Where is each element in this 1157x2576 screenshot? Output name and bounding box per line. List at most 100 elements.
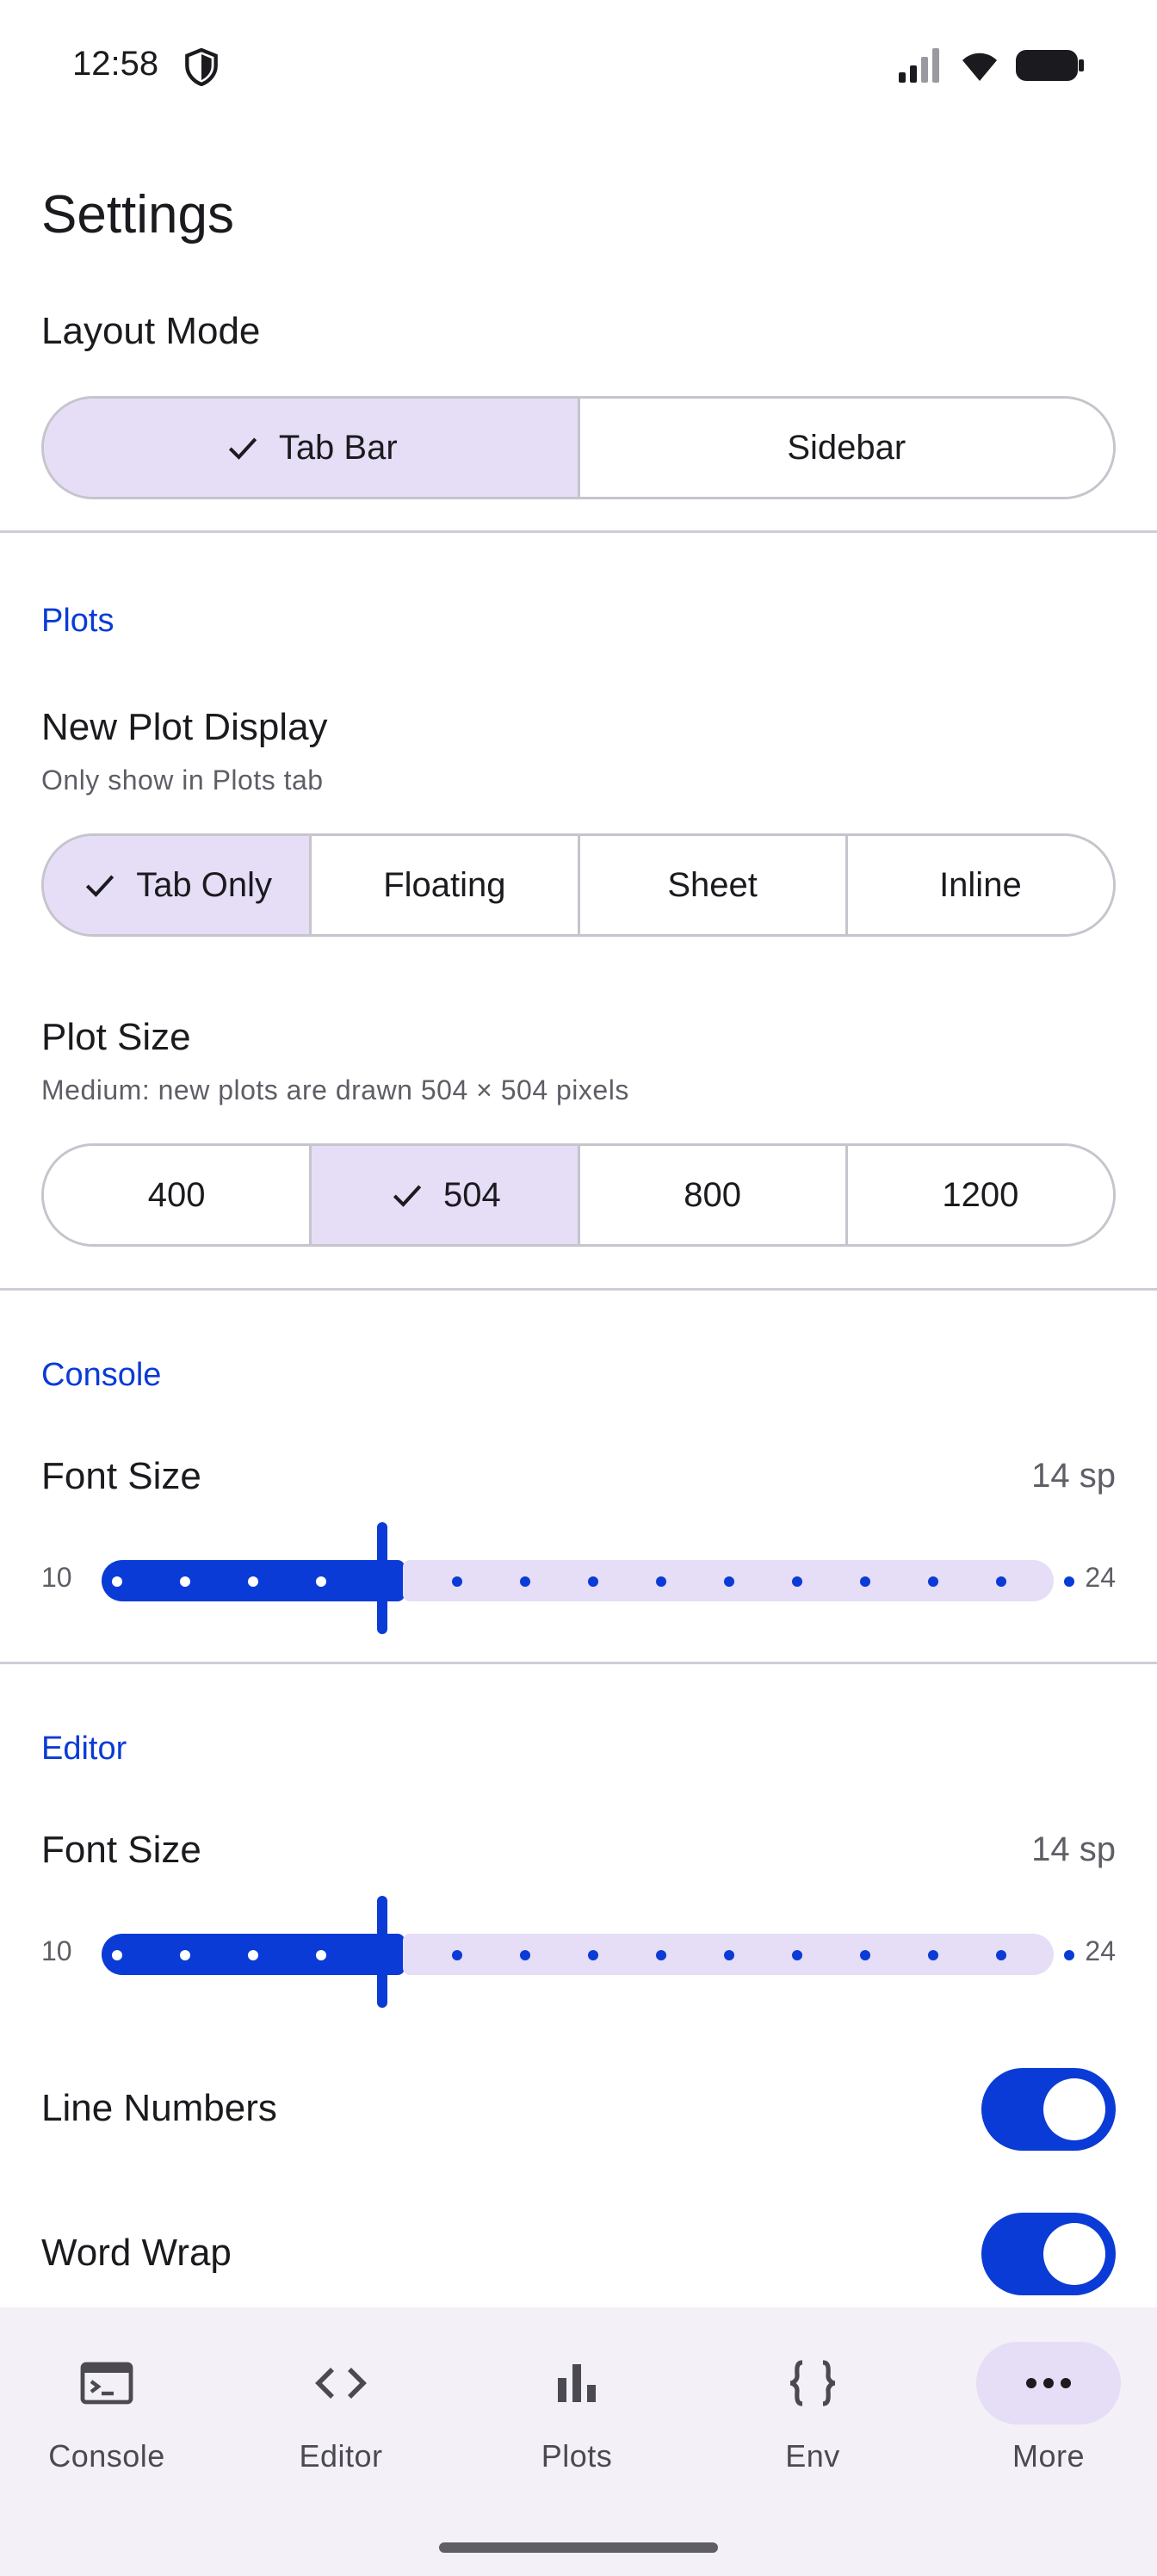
status-bar: 12:58 <box>0 0 1157 129</box>
toggle-knob <box>1043 2223 1105 2285</box>
plot-size-option-1200[interactable]: 1200 <box>845 1146 1113 1244</box>
battery-icon <box>1016 50 1084 81</box>
slider-min-label: 10 <box>41 1935 72 1966</box>
word-wrap-toggle[interactable] <box>981 2213 1116 2295</box>
plot-display-option-floating[interactable]: Floating <box>309 836 578 934</box>
slider-tick <box>1064 1576 1074 1587</box>
slider-tick <box>520 1576 530 1587</box>
slider-tick <box>248 1576 258 1587</box>
plot-display-option-tab-only[interactable]: Tab Only <box>44 836 310 934</box>
slider-tick <box>860 1576 870 1587</box>
terminal-icon <box>80 2362 133 2405</box>
segment-label: Inline <box>939 865 1022 904</box>
nav-icon-container <box>269 2342 413 2424</box>
nav-item-env[interactable]: Env <box>718 2342 907 2514</box>
slider-tick <box>792 1576 802 1587</box>
bottom-navigation: Console Editor Plots Env More <box>0 2307 1157 2576</box>
layout-mode-option-tab-bar[interactable]: Tab Bar <box>44 399 578 497</box>
check-icon <box>228 437 257 460</box>
slider-tick <box>724 1950 734 1960</box>
status-icons <box>899 48 1085 83</box>
slider-tick <box>656 1950 666 1960</box>
plot-size-option-504[interactable]: 504 <box>309 1146 578 1244</box>
layout-mode-option-sidebar[interactable]: Sidebar <box>577 399 1113 497</box>
home-indicator <box>439 2542 718 2553</box>
nav-label: Console <box>48 2438 165 2474</box>
new-plot-display-selector: Tab Only Floating Sheet Inline <box>41 833 1116 937</box>
segment-label: Sheet <box>667 865 758 904</box>
new-plot-display-description: Only show in Plots tab <box>41 765 324 796</box>
plot-size-option-800[interactable]: 800 <box>577 1146 845 1244</box>
bar-chart-icon <box>558 2364 596 2402</box>
plot-size-option-400[interactable]: 400 <box>44 1146 310 1244</box>
segment-label: Tab Bar <box>278 428 398 467</box>
section-header-console: Console <box>41 1357 162 1393</box>
layout-mode-label: Layout Mode <box>41 310 261 352</box>
segment-label: Sidebar <box>787 428 906 467</box>
slider-tick <box>452 1576 462 1587</box>
editor-font-size-label: Font Size <box>41 1829 201 1871</box>
plot-display-option-inline[interactable]: Inline <box>845 836 1113 934</box>
slider-thumb[interactable] <box>377 1896 387 2008</box>
slider-tick <box>928 1576 938 1587</box>
nav-icon-container-active <box>976 2342 1121 2424</box>
nav-item-more[interactable]: More <box>954 2342 1143 2514</box>
slider-tick <box>452 1950 462 1960</box>
line-numbers-toggle[interactable] <box>981 2068 1116 2151</box>
new-plot-display-label: New Plot Display <box>41 706 328 748</box>
nav-item-plots[interactable]: Plots <box>482 2342 671 2514</box>
editor-font-size-value: 14 sp <box>1031 1830 1116 1868</box>
shield-icon <box>185 48 218 86</box>
plot-size-label: Plot Size <box>41 1016 191 1058</box>
console-font-size-label: Font Size <box>41 1455 201 1497</box>
nav-label: More <box>1012 2438 1086 2474</box>
segment-label: 1200 <box>942 1175 1019 1214</box>
section-header-editor: Editor <box>41 1731 127 1767</box>
slider-thumb[interactable] <box>377 1522 387 1634</box>
more-horiz-icon <box>1026 2378 1071 2388</box>
plot-display-option-sheet[interactable]: Sheet <box>577 836 845 934</box>
braces-icon <box>789 2360 836 2406</box>
slider-tick <box>928 1950 938 1960</box>
page-title: Settings <box>41 185 235 245</box>
slider-tick <box>860 1950 870 1960</box>
slider-tick <box>180 1950 190 1960</box>
nav-item-editor[interactable]: Editor <box>246 2342 436 2514</box>
plot-size-description: Medium: new plots are drawn 504 × 504 pi… <box>41 1074 629 1105</box>
nav-label: Plots <box>541 2438 613 2474</box>
segment-label: Floating <box>383 865 506 904</box>
editor-font-size-slider[interactable]: 10 24 <box>41 1896 1116 2008</box>
slider-tick <box>180 1576 190 1587</box>
slider-tick <box>588 1576 598 1587</box>
slider-tick <box>1064 1950 1074 1960</box>
console-font-size-value: 14 sp <box>1031 1457 1116 1495</box>
wifi-icon <box>962 53 997 81</box>
segment-label: 400 <box>147 1175 206 1214</box>
divider <box>0 1288 1157 1291</box>
word-wrap-label: Word Wrap <box>41 2232 232 2274</box>
line-numbers-label: Line Numbers <box>41 2087 277 2129</box>
console-font-size-slider[interactable]: 10 24 <box>41 1522 1116 1634</box>
slider-tick <box>112 1950 122 1960</box>
slider-tick <box>656 1576 666 1587</box>
slider-tick <box>248 1950 258 1960</box>
nav-icon-container <box>34 2342 179 2424</box>
section-header-plots: Plots <box>41 603 114 639</box>
code-icon <box>315 2368 367 2399</box>
slider-tick <box>588 1950 598 1960</box>
nav-icon-container <box>740 2342 885 2424</box>
divider <box>0 530 1157 533</box>
slider-max-label: 24 <box>1085 1562 1116 1593</box>
nav-item-console[interactable]: Console <box>12 2342 201 2514</box>
toggle-knob <box>1043 2078 1105 2140</box>
slider-min-label: 10 <box>41 1562 72 1593</box>
slider-tick <box>996 1576 1006 1587</box>
cellular-signal-icon <box>899 48 939 83</box>
check-icon <box>86 875 114 897</box>
slider-tick <box>316 1576 326 1587</box>
segment-label: 800 <box>684 1175 741 1214</box>
status-time: 12:58 <box>72 45 159 83</box>
nav-label: Editor <box>299 2438 383 2474</box>
slider-tick <box>996 1950 1006 1960</box>
slider-tick <box>112 1576 122 1587</box>
